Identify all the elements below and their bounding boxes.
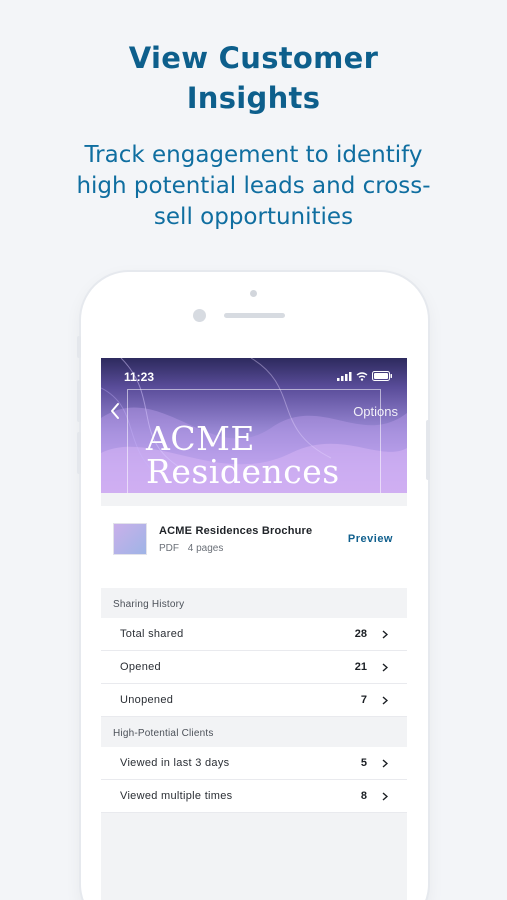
app-screen: 11:23 Options ACME Residences ACME Resid… [101, 358, 407, 900]
camera-dot [250, 290, 257, 297]
row-viewed-multiple-times[interactable]: Viewed multiple times 8 [101, 780, 407, 813]
row-label: Viewed multiple times [120, 790, 233, 802]
status-time: 11:23 [124, 370, 155, 384]
row-opened[interactable]: Opened 21 [101, 651, 407, 684]
subhead-line-3: sell opportunities [153, 204, 354, 230]
preview-button[interactable]: Preview [348, 533, 393, 545]
phone-side-button-1 [77, 336, 81, 358]
row-value: 21 [354, 661, 367, 673]
sharing-history-header: Sharing History [113, 599, 185, 610]
subhead-line-2: high potential leads and cross- [76, 173, 431, 199]
back-chevron-icon[interactable] [109, 402, 121, 420]
wifi-icon [356, 371, 368, 381]
row-label: Total shared [120, 628, 184, 640]
chevron-right-icon [382, 792, 388, 801]
hero-title-line-1: ACME [146, 419, 255, 458]
phone-side-button-2 [77, 380, 81, 422]
chevron-right-icon [382, 696, 388, 705]
phone-side-button-3 [77, 432, 81, 474]
row-value: 8 [360, 790, 367, 802]
row-value: 28 [354, 628, 367, 640]
subhead: Track engagement to identify high potent… [40, 140, 467, 233]
chevron-right-icon [382, 663, 388, 672]
row-unopened[interactable]: Unopened 7 [101, 684, 407, 717]
document-meta: PDF 4 pages [159, 543, 223, 554]
headline-line-1: View Customer [128, 41, 379, 75]
row-label: Unopened [120, 694, 174, 706]
subhead-line-1: Track engagement to identify [84, 142, 423, 168]
row-value: 7 [360, 694, 367, 706]
signal-icon [337, 371, 352, 381]
phone-power-button [426, 420, 430, 480]
status-icons [337, 371, 393, 381]
hero-title-line-2: Residences [146, 452, 340, 491]
hero-title: ACME Residences [146, 422, 340, 488]
row-label: Viewed in last 3 days [120, 757, 230, 769]
chevron-right-icon [382, 759, 388, 768]
headline: View Customer Insights [0, 38, 507, 118]
row-value: 5 [360, 757, 367, 769]
document-card: ACME Residences Brochure PDF 4 pages Pre… [101, 506, 407, 588]
document-pages: 4 pages [187, 543, 224, 554]
high-potential-clients-header: High-Potential Clients [113, 728, 214, 739]
row-viewed-last-3-days[interactable]: Viewed in last 3 days 5 [101, 747, 407, 780]
row-label: Opened [120, 661, 161, 673]
chevron-right-icon [382, 630, 388, 639]
headline-line-2: Insights [186, 81, 321, 115]
document-thumbnail [113, 523, 147, 555]
row-total-shared[interactable]: Total shared 28 [101, 618, 407, 651]
document-type: PDF [159, 543, 179, 554]
earpiece-speaker [224, 313, 285, 318]
front-sensor [193, 309, 206, 322]
hero-banner: 11:23 Options ACME Residences [101, 358, 407, 493]
document-title: ACME Residences Brochure [159, 525, 313, 537]
battery-icon [372, 371, 392, 381]
